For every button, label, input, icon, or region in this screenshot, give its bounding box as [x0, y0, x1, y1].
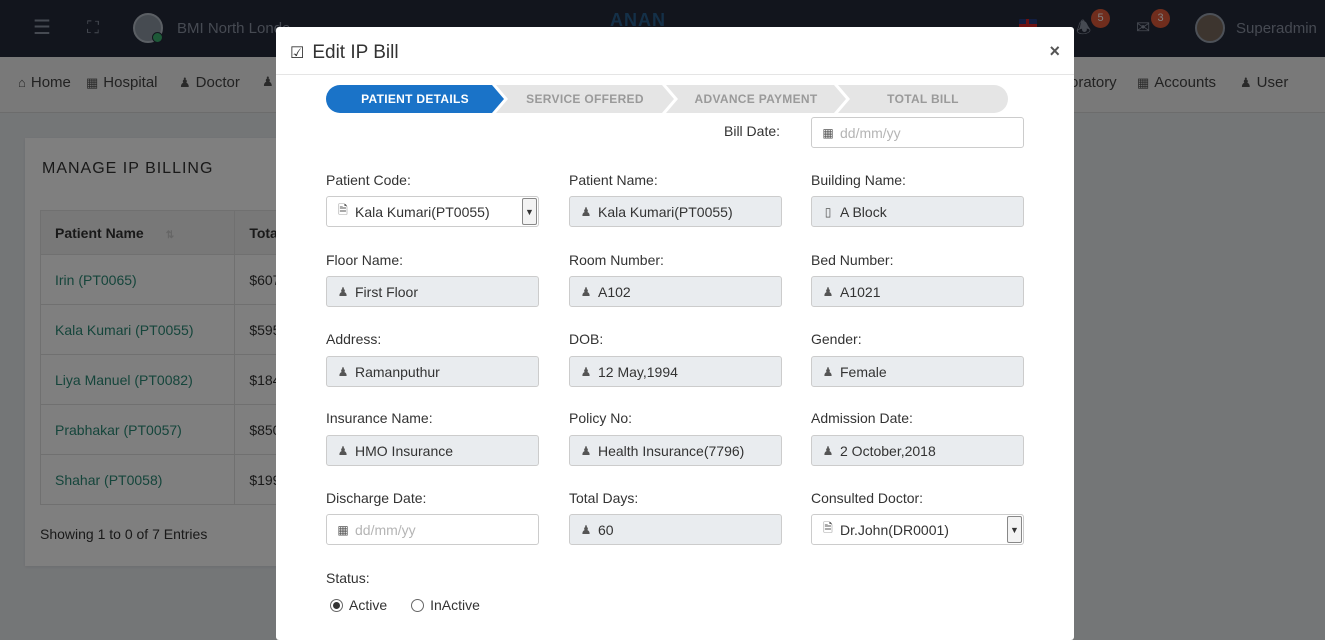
address-label: Address:: [326, 331, 382, 347]
insurance-name-field[interactable]: ♟ HMO Insurance: [326, 435, 539, 466]
user-icon: ♟: [822, 284, 834, 299]
dob-field[interactable]: ♟ 12 May,1994: [569, 356, 782, 387]
user-icon: ♟: [580, 364, 592, 379]
status-active-label[interactable]: Active: [349, 597, 387, 613]
consulted-doctor-value: Dr.John(DR0001): [840, 521, 949, 538]
patient-name-label: Patient Name:: [569, 172, 658, 188]
discharge-date-label: Discharge Date:: [326, 490, 427, 506]
floor-name-field[interactable]: ♟ First Floor: [326, 276, 539, 307]
user-icon: ♟: [580, 443, 592, 458]
step-patient-details[interactable]: PATIENT DETAILS: [326, 85, 504, 113]
user-icon: ♟: [580, 284, 592, 299]
bed-number-label: Bed Number:: [811, 252, 894, 268]
status-active-radio[interactable]: [330, 598, 343, 612]
total-days-label: Total Days:: [569, 490, 639, 506]
bed-number-value: A1021: [840, 283, 881, 300]
user-icon: ♟: [822, 364, 834, 379]
gender-field[interactable]: ♟ Female: [811, 356, 1024, 387]
user-icon: ♟: [580, 522, 592, 537]
chevron-down-icon[interactable]: ▼: [522, 198, 537, 225]
step-service-offered[interactable]: SERVICE OFFERED: [496, 85, 674, 113]
step-total-bill[interactable]: TOTAL BILL: [838, 85, 1008, 113]
admission-date-label: Admission Date:: [811, 410, 913, 426]
patient-code-value: Kala Kumari(PT0055): [355, 203, 490, 220]
modal-header: ☑ Edit IP Bill ×: [276, 27, 1074, 75]
bill-date-placeholder: dd/mm/yy: [840, 124, 901, 141]
status-label: Status:: [326, 570, 370, 586]
edit-ip-bill-modal: ☑ Edit IP Bill × PATIENT DETAILS SERVICE…: [276, 27, 1074, 640]
address-field[interactable]: ♟ Ramanputhur: [326, 356, 539, 387]
building-name-value: A Block: [840, 203, 887, 220]
close-button[interactable]: ×: [1049, 41, 1060, 62]
modal-title: ☑ Edit IP Bill: [290, 42, 399, 64]
user-icon: ♟: [822, 443, 834, 458]
building-name-field[interactable]: ▯ A Block: [811, 196, 1024, 227]
user-icon: ♟: [337, 364, 349, 379]
document-icon: 🗎: [338, 203, 348, 217]
room-number-field[interactable]: ♟ A102: [569, 276, 782, 307]
admission-date-field[interactable]: ♟ 2 October,2018: [811, 435, 1024, 466]
user-icon: ♟: [337, 443, 349, 458]
building-name-label: Building Name:: [811, 172, 906, 188]
calendar-icon: ▦: [822, 125, 834, 140]
modal-title-text: Edit IP Bill: [312, 42, 399, 63]
total-days-value: 60: [598, 521, 614, 538]
dob-value: 12 May,1994: [598, 363, 678, 380]
floor-name-value: First Floor: [355, 283, 418, 300]
user-icon: ♟: [580, 204, 592, 219]
patient-code-select[interactable]: 🗎 Kala Kumari(PT0055) ▼: [326, 196, 539, 227]
insurance-name-label: Insurance Name:: [326, 410, 433, 426]
chevron-down-icon[interactable]: ▼: [1007, 516, 1022, 543]
bill-date-input[interactable]: ▦ dd/mm/yy: [811, 117, 1024, 148]
patient-name-value: Kala Kumari(PT0055): [598, 203, 733, 220]
bill-date-label: Bill Date:: [724, 123, 781, 139]
gender-label: Gender:: [811, 331, 862, 347]
checkbox-edit-icon: ☑: [290, 45, 305, 62]
dob-label: DOB:: [569, 331, 604, 347]
policy-no-field[interactable]: ♟ Health Insurance(7796): [569, 435, 782, 466]
discharge-date-input[interactable]: ▦ dd/mm/yy: [326, 514, 539, 545]
total-days-field[interactable]: ♟ 60: [569, 514, 782, 545]
gender-value: Female: [840, 363, 887, 380]
admission-date-value: 2 October,2018: [840, 442, 936, 459]
floor-name-label: Floor Name:: [326, 252, 404, 268]
discharge-date-placeholder: dd/mm/yy: [355, 521, 416, 538]
user-icon: ♟: [337, 284, 349, 299]
room-number-value: A102: [598, 283, 631, 300]
patient-name-field[interactable]: ♟ Kala Kumari(PT0055): [569, 196, 782, 227]
consulted-doctor-select[interactable]: 🗎 Dr.John(DR0001) ▼: [811, 514, 1024, 545]
bed-number-field[interactable]: ♟ A1021: [811, 276, 1024, 307]
address-value: Ramanputhur: [355, 363, 440, 380]
consulted-doctor-label: Consulted Doctor:: [811, 490, 924, 506]
patient-code-label: Patient Code:: [326, 172, 411, 188]
status-inactive-label[interactable]: InActive: [430, 597, 480, 613]
document-icon: 🗎: [823, 521, 833, 535]
insurance-name-value: HMO Insurance: [355, 442, 454, 459]
step-advance-payment[interactable]: ADVANCE PAYMENT: [666, 85, 846, 113]
wizard-steps: PATIENT DETAILS SERVICE OFFERED ADVANCE …: [326, 85, 1008, 113]
calendar-icon: ▦: [337, 522, 349, 537]
status-inactive-radio[interactable]: [411, 598, 425, 612]
policy-no-label: Policy No:: [569, 410, 633, 426]
room-number-label: Room Number:: [569, 252, 664, 268]
status-radio-group: Active InActive: [330, 597, 480, 613]
policy-no-value: Health Insurance(7796): [598, 442, 745, 459]
mobile-icon: ▯: [824, 204, 832, 219]
